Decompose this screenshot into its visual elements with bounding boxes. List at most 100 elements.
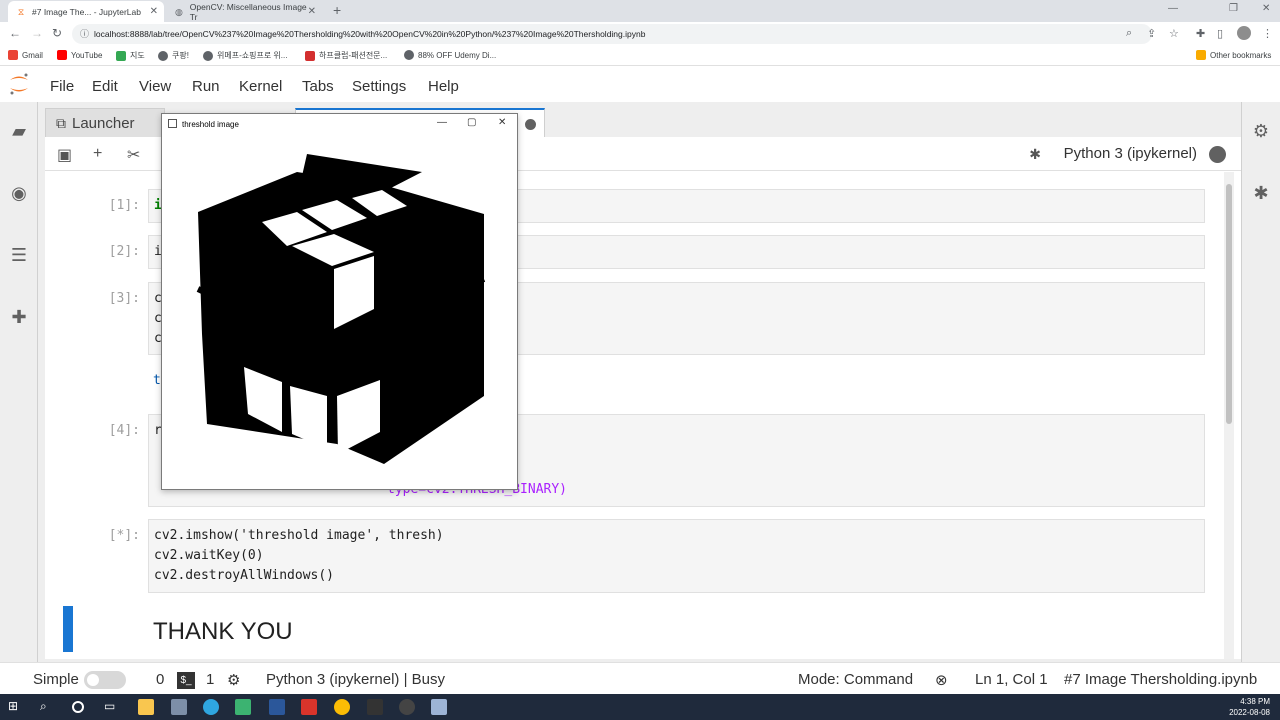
obs-icon[interactable]: [399, 699, 415, 715]
bookmark-halfclub[interactable]: 하프클럽-패션전문...: [305, 50, 387, 61]
bookmark-label: Gmail: [22, 50, 43, 60]
code-line: cv2.waitKey(0): [154, 548, 264, 563]
address-bar[interactable]: ⓘ localhost:8888/lab/tree/OpenCV%237%20I…: [72, 24, 1152, 44]
avatar[interactable]: [1237, 26, 1251, 40]
save-icon[interactable]: ▣: [57, 145, 72, 165]
app-icon[interactable]: [171, 699, 187, 715]
search-icon[interactable]: ⌕: [40, 699, 56, 715]
code-line: cv2.destroyAllWindows(): [154, 568, 335, 583]
right-sidebar: ⚙ ✱: [1241, 102, 1280, 662]
chrome-icon[interactable]: [334, 699, 350, 715]
map-icon: [116, 50, 126, 61]
bookmark-label: 위메프-쇼핑프로 위...: [217, 51, 288, 60]
folder-icon[interactable]: ▰: [8, 120, 30, 142]
zoom-icon[interactable]: ⌕: [1126, 27, 1132, 40]
share-icon[interactable]: ⇪: [1147, 27, 1156, 40]
terminal-app-icon[interactable]: [367, 699, 383, 715]
extensions-puzzle-icon[interactable]: ✚: [8, 306, 30, 328]
start-icon[interactable]: ⊞: [8, 699, 24, 715]
opencv-task-icon[interactable]: [431, 699, 447, 715]
table-of-contents-icon[interactable]: ☰: [8, 244, 30, 266]
terminal-icon[interactable]: $_: [177, 672, 195, 689]
close-window-icon[interactable]: ✕: [498, 117, 506, 128]
sidepanel-icon[interactable]: ▯: [1217, 27, 1223, 40]
menu-kernel[interactable]: Kernel: [239, 78, 282, 95]
bookmark-map[interactable]: 지도: [116, 50, 145, 61]
minimize-window-icon[interactable]: —: [1168, 3, 1178, 14]
menu-view[interactable]: View: [139, 78, 171, 95]
close-window-icon[interactable]: ✕: [1262, 3, 1270, 14]
add-cell-icon[interactable]: +: [93, 145, 102, 163]
debugger-bug-icon[interactable]: ✱: [1029, 146, 1041, 163]
status-bar: Simple 0 $_ 1 ⚙ Python 3 (ipykernel) | B…: [0, 662, 1280, 694]
scrollbar-thumb[interactable]: [1226, 184, 1232, 424]
markdown-heading[interactable]: THANK YOU: [153, 618, 293, 646]
gmail-icon: [8, 50, 18, 60]
notebook-scrollbar[interactable]: [1224, 172, 1234, 659]
word-icon[interactable]: [269, 699, 285, 715]
minimize-window-icon[interactable]: —: [437, 117, 447, 128]
running-kernels-icon[interactable]: ◉: [8, 182, 30, 204]
tab-launcher[interactable]: ⧉ Launcher: [45, 108, 165, 138]
kernel-status[interactable]: Python 3 (ipykernel) | Busy: [266, 671, 445, 688]
file-explorer-icon[interactable]: [138, 699, 154, 715]
opencv-window[interactable]: threshold image — ▢ ✕: [161, 113, 518, 490]
new-tab-button[interactable]: +: [333, 2, 341, 18]
kernel-count: 1: [206, 671, 215, 688]
window-app-icon: [168, 119, 177, 128]
browser-tab-jupyter[interactable]: ⧖ #7 Image The... - JupyterLab ✕: [8, 1, 164, 22]
close-tab-icon[interactable]: ✕: [308, 6, 316, 17]
extensions-icon[interactable]: ✚: [1196, 27, 1205, 40]
bookmark-udemy[interactable]: 88% OFF Udemy Di...: [404, 50, 496, 60]
menu-run[interactable]: Run: [192, 78, 220, 95]
property-inspector-gear-icon[interactable]: ⚙: [1250, 120, 1272, 142]
bookmark-gmail[interactable]: Gmail: [8, 50, 43, 60]
edge-icon[interactable]: [203, 699, 219, 715]
kernel-gear-icon[interactable]: ⚙: [227, 671, 240, 689]
cut-icon[interactable]: ✂: [127, 145, 140, 165]
simple-mode-toggle[interactable]: [84, 671, 126, 689]
forward-arrow-icon[interactable]: →: [31, 26, 43, 40]
browser-tab-title: #7 Image The... - JupyterLab: [32, 6, 141, 17]
bookmark-label: 쿠팡!: [172, 51, 189, 60]
menu-tabs[interactable]: Tabs: [302, 78, 334, 95]
file-name: #7 Image Thersholding.ipynb: [1064, 671, 1258, 688]
folder-icon: [1196, 50, 1206, 60]
star-icon[interactable]: ☆: [1169, 27, 1179, 40]
notebook-mode: Mode: Command: [798, 671, 914, 688]
kernel-name[interactable]: Python 3 (ipykernel): [1064, 145, 1197, 162]
jupyter-favicon-icon: ⧖: [17, 6, 25, 17]
browser-tab-opencv[interactable]: ◍ OpenCV: Miscellaneous Image Tr ✕: [166, 1, 322, 22]
back-arrow-icon[interactable]: ←: [9, 26, 21, 40]
browser-menu-icon[interactable]: ⋮: [1262, 27, 1273, 40]
menu-help[interactable]: Help: [428, 78, 459, 95]
close-tab-icon[interactable]: ✕: [150, 6, 158, 17]
globe-icon: [404, 50, 414, 60]
cursor-position[interactable]: Ln 1, Col 1: [975, 671, 1048, 688]
notepad-icon[interactable]: [235, 699, 251, 715]
menu-edit[interactable]: Edit: [92, 78, 118, 95]
acrobat-icon[interactable]: [301, 699, 317, 715]
jupyter-menubar: File Edit View Run Kernel Tabs Settings …: [0, 66, 1280, 102]
kernel-busy-indicator: [1209, 146, 1226, 163]
globe-icon: [158, 50, 168, 61]
other-bookmarks[interactable]: Other bookmarks: [1196, 50, 1271, 60]
bookmark-label: 88% OFF Udemy Di...: [418, 50, 497, 60]
opencv-titlebar[interactable]: threshold image — ▢ ✕: [162, 114, 517, 134]
menu-settings[interactable]: Settings: [352, 78, 406, 95]
menu-file[interactable]: File: [50, 78, 74, 95]
restore-window-icon[interactable]: ❐: [1229, 3, 1238, 14]
clock[interactable]: 4:38 PM 2022-08-08: [1229, 696, 1270, 718]
bookmark-youtube[interactable]: YouTube: [57, 50, 102, 60]
active-cell-indicator: [63, 606, 73, 652]
bookmark-wemakeprice[interactable]: 위메프-쇼핑프로 위...: [203, 50, 287, 61]
maximize-window-icon[interactable]: ▢: [467, 117, 476, 128]
trust-icon[interactable]: ⊗: [935, 671, 948, 689]
bookmark-coupang[interactable]: 쿠팡!: [158, 50, 189, 61]
code-cell-running[interactable]: cv2.imshow('threshold image', thresh) cv…: [148, 519, 1205, 593]
cortana-icon[interactable]: [72, 701, 84, 713]
task-view-icon[interactable]: ▭: [104, 699, 120, 715]
bookmark-label: Other bookmarks: [1210, 50, 1272, 60]
debugger-bug-icon[interactable]: ✱: [1250, 182, 1272, 204]
reload-icon[interactable]: ↻: [52, 26, 62, 40]
